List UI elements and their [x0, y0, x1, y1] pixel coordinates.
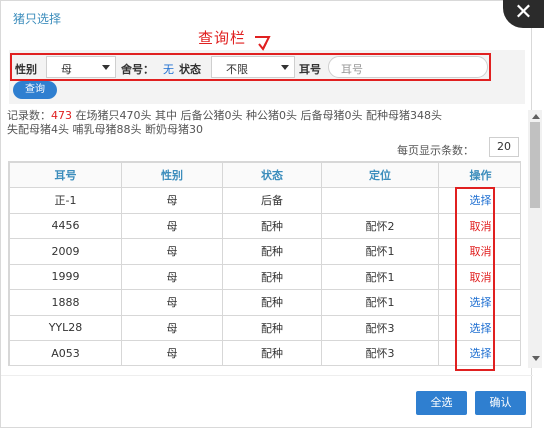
cell-status: 配种 [222, 340, 322, 365]
select-link[interactable]: 选择 [470, 296, 492, 309]
cell-ear: 4456 [9, 212, 122, 239]
table-row: 4456 母配种 配怀2 取消 [9, 212, 520, 239]
cell-sex: 母 [121, 340, 223, 365]
per-page-label: 每页显示条数： [397, 144, 474, 157]
col-header-action: 操作 [438, 162, 520, 188]
summary-details: 在场猪只470头 其中 后备公猪0头 种公猪0头 后备母猪0头 配种母猪348头 [75, 109, 442, 122]
chevron-down-icon [281, 65, 289, 70]
cell-location: 配怀1 [321, 289, 439, 316]
cell-sex: 母 [121, 314, 223, 341]
summary-details-cont: 失配母猪4头 哺乳母猪88头 断奶母猪30 [7, 123, 203, 136]
pig-selection-dialog: 猪只选择 查询栏 性别 母 舍号： 无 状态 不限 耳号 耳号 查询 记录数：4… [0, 0, 533, 428]
sex-label: 性别 [15, 63, 37, 76]
cell-location: 配怀2 [321, 212, 439, 239]
cell-sex: 母 [121, 289, 223, 316]
cell-sex: 母 [121, 212, 223, 239]
cell-status: 配种 [222, 289, 322, 316]
cell-status: 配种 [222, 238, 322, 265]
sex-select[interactable]: 母 [46, 56, 116, 78]
cell-location: 配怀3 [321, 314, 439, 341]
col-header-status: 状态 [222, 162, 322, 188]
table-header-row: 耳号 性别 状态 定位 操作 [9, 162, 520, 188]
chevron-down-icon [102, 65, 110, 70]
cell-action[interactable]: 选择 [438, 289, 520, 316]
callout-arrow-icon [255, 36, 271, 51]
select-link[interactable]: 选择 [470, 194, 492, 207]
table-row: 1999 母配种 配怀1 取消 [9, 263, 520, 290]
table-row: 1888 母配种 配怀1 选择 [9, 289, 520, 316]
cell-location: 配怀1 [321, 238, 439, 265]
table-row: YYL28 母配种 配怀3 选择 [9, 314, 520, 341]
cell-ear: 1888 [9, 289, 122, 316]
table-row: A053 母配种 配怀3 选择 [9, 340, 520, 365]
select-all-button[interactable]: 全选 [416, 391, 467, 415]
cell-action[interactable]: 选择 [438, 314, 520, 341]
col-header-sex: 性别 [121, 162, 223, 188]
cell-action[interactable]: 取消 [438, 212, 520, 239]
cell-ear: 正-1 [9, 187, 122, 214]
cell-action[interactable]: 取消 [438, 238, 520, 265]
ear-label: 耳号 [299, 63, 321, 76]
footer-divider [1, 375, 533, 376]
select-link[interactable]: 选择 [470, 322, 492, 335]
cell-ear: 1999 [9, 263, 122, 290]
cell-sex: 母 [121, 263, 223, 290]
query-button[interactable]: 查询 [13, 81, 57, 99]
status-label: 状态 [179, 63, 201, 76]
dialog-title: 猪只选择 [13, 12, 62, 26]
scroll-down-icon[interactable] [532, 356, 540, 361]
confirm-button[interactable]: 确认 [475, 391, 526, 415]
cell-sex: 母 [121, 187, 223, 214]
cell-ear: 2009 [9, 238, 122, 265]
col-header-location: 定位 [321, 162, 439, 188]
cell-action[interactable]: 取消 [438, 263, 520, 290]
cell-location: 配怀1 [321, 263, 439, 290]
record-count-label: 记录数： [7, 109, 51, 122]
scrollbar-thumb[interactable] [530, 122, 540, 208]
pen-label: 舍号： [121, 63, 154, 76]
scroll-up-icon[interactable] [532, 114, 540, 119]
cell-ear: YYL28 [9, 314, 122, 341]
pig-table: 耳号 性别 状态 定位 操作 正-1 母后备 选择 4456 母配种 配怀2 取消 2009 母… [8, 161, 521, 366]
cell-location: 配怀3 [321, 340, 439, 365]
col-header-ear: 耳号 [9, 162, 122, 188]
ear-number-input[interactable]: 耳号 [328, 56, 488, 78]
cell-location [321, 187, 439, 214]
cell-ear: A053 [9, 340, 122, 365]
cell-action[interactable]: 选择 [438, 340, 520, 365]
cell-action[interactable]: 选择 [438, 187, 520, 214]
table-row: 2009 母配种 配怀1 取消 [9, 238, 520, 265]
record-summary: 记录数：473 在场猪只470头 其中 后备公猪0头 种公猪0头 后备母猪0头 … [7, 109, 507, 137]
pen-value: 无 [163, 63, 174, 76]
cell-status: 配种 [222, 314, 322, 341]
cell-sex: 母 [121, 238, 223, 265]
cancel-link[interactable]: 取消 [470, 245, 492, 258]
cell-status: 配种 [222, 212, 322, 239]
close-icon: ✕ [514, 0, 533, 25]
cancel-link[interactable]: 取消 [470, 271, 492, 284]
cancel-link[interactable]: 取消 [470, 220, 492, 233]
table-row: 正-1 母后备 选择 [9, 187, 520, 214]
per-page-input[interactable]: 20 [489, 137, 519, 157]
cell-status: 配种 [222, 263, 322, 290]
status-select[interactable]: 不限 [211, 56, 295, 78]
sex-select-value: 母 [61, 63, 72, 76]
record-count: 473 [51, 109, 72, 122]
select-link[interactable]: 选择 [470, 347, 492, 360]
query-bar-callout: 查询栏 [198, 29, 247, 47]
status-select-value: 不限 [226, 63, 248, 76]
cell-status: 后备 [222, 187, 322, 214]
